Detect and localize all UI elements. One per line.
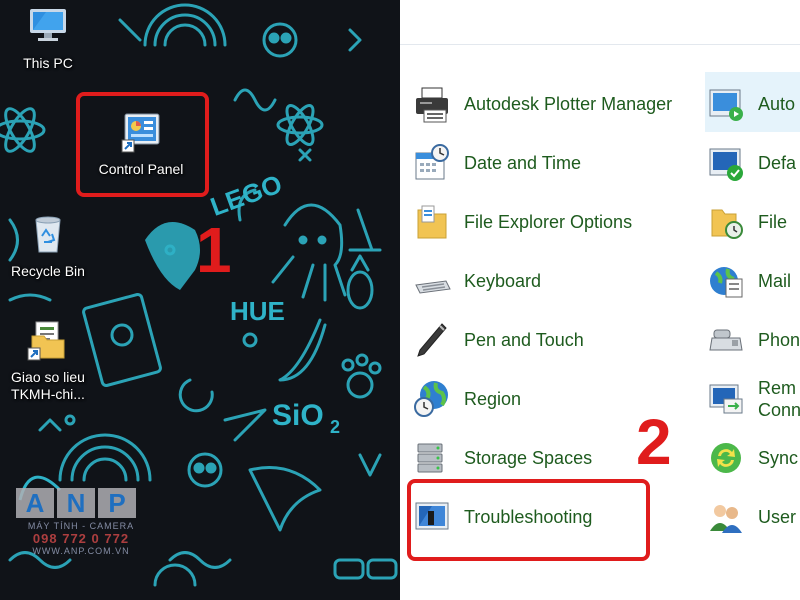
highlight-box-step-1: [76, 92, 209, 197]
cp-item-label: Keyboard: [464, 270, 542, 291]
cp-item-label: Auto: [758, 93, 796, 114]
cp-item-autodesk-plotter-manager[interactable]: Autodesk Plotter Manager: [412, 82, 712, 126]
desktop-icon-giao-so-lieu[interactable]: Giao so lieu TKMH-chi...: [0, 318, 96, 403]
watermark-website: WWW.ANP.COM.VN: [32, 546, 130, 556]
file-history-icon: [711, 209, 743, 239]
recycle-bin-icon: [35, 216, 61, 253]
cp-item-label: Mail: [758, 270, 792, 291]
cp-item-pen-and-touch[interactable]: Pen and Touch: [412, 318, 712, 362]
anp-logo-letters: A N P: [16, 488, 146, 518]
users-icon: [710, 505, 742, 533]
cp-item-label-line2: Conn: [758, 400, 800, 420]
cp-item-label: Storage Spaces: [464, 447, 593, 468]
remote-connection-icon: [709, 384, 743, 414]
desktop-icon-label: This PC: [23, 55, 73, 71]
sync-icon: [711, 443, 741, 473]
globe-clock-icon: [414, 381, 448, 417]
logo-letter: P: [98, 488, 136, 518]
desktop-icon-recycle-bin[interactable]: Recycle Bin: [0, 212, 96, 280]
cp-item-label: Phon: [758, 329, 800, 350]
cp-item-label: File Explorer Options: [464, 211, 633, 232]
sio2-doodle: SiO: [272, 399, 324, 432]
logo-letter: N: [57, 488, 95, 518]
storage-drives-icon: [417, 443, 443, 473]
sio2-subscript-doodle: 2: [330, 417, 340, 437]
cp-item-mail[interactable]: Mail: [706, 259, 800, 303]
desktop-icon-this-pc[interactable]: This PC: [0, 4, 96, 72]
default-programs-icon: [709, 148, 743, 181]
folder-document-icon: [27, 321, 65, 361]
desktop: LEGO HUE SiO 2 This PC Control Panel 1 R…: [0, 0, 400, 600]
hue-doodle: HUE: [230, 296, 285, 326]
logo-letter: A: [16, 488, 54, 518]
cp-item-label: Defa: [758, 152, 797, 173]
cp-item-label: Date and Time: [464, 152, 582, 173]
cp-item-phone-and-modem[interactable]: Phon: [706, 318, 800, 362]
pen-icon: [417, 323, 447, 357]
cp-item-label-line1: Rem: [758, 378, 797, 398]
anp-watermark: A N P MÁY TÍNH - CAMERA 098 772 0 772 WW…: [16, 488, 146, 556]
cp-item-file-explorer-options[interactable]: File Explorer Options: [412, 200, 712, 244]
cp-item-default-programs[interactable]: Defa: [706, 141, 800, 185]
cp-item-file-history[interactable]: File: [706, 200, 800, 244]
watermark-phone: 098 772 0 772: [32, 531, 130, 546]
desktop-icon-label-line2: TKMH-chi...: [11, 386, 85, 402]
cp-item-label: Autodesk Plotter Manager: [464, 93, 673, 114]
control-panel-window: Autodesk Plotter Manager Date and Time F…: [400, 0, 800, 600]
cp-item-label: User: [758, 506, 797, 527]
folder-options-icon: [417, 205, 447, 239]
cp-item-keyboard[interactable]: Keyboard: [412, 259, 712, 303]
computer-icon: [30, 9, 66, 41]
cp-item-label: File: [758, 211, 788, 232]
cp-item-user-accounts[interactable]: User: [706, 495, 800, 539]
cp-item-label: Region: [464, 388, 522, 409]
highlight-box-step-2: [407, 479, 650, 561]
step-number-1: 1: [196, 214, 232, 286]
cp-item-date-and-time[interactable]: Date and Time: [412, 141, 712, 185]
control-panel-toolbar: [400, 0, 800, 45]
step-number-2: 2: [636, 406, 672, 478]
cp-item-label: Sync: [758, 447, 799, 468]
keyboard-icon: [415, 280, 451, 294]
desktop-icon-label: Recycle Bin: [11, 263, 85, 279]
cp-item-autoplay[interactable]: Auto: [706, 82, 800, 126]
autoplay-icon: [709, 89, 743, 121]
printer-icon: [416, 87, 448, 123]
mail-icon: [710, 267, 743, 298]
calendar-clock-icon: [415, 144, 449, 180]
cp-item-remote-connections[interactable]: Rem Conn: [706, 377, 800, 421]
watermark-tagline: MÁY TÍNH - CAMERA: [27, 521, 135, 531]
cp-item-label: Pen and Touch: [464, 329, 584, 350]
desktop-icon-label-line1: Giao so lieu: [11, 369, 85, 385]
cp-item-label: Rem Conn: [758, 377, 800, 421]
cp-item-sync-center[interactable]: Sync: [706, 436, 800, 480]
phone-modem-icon: [709, 329, 743, 351]
